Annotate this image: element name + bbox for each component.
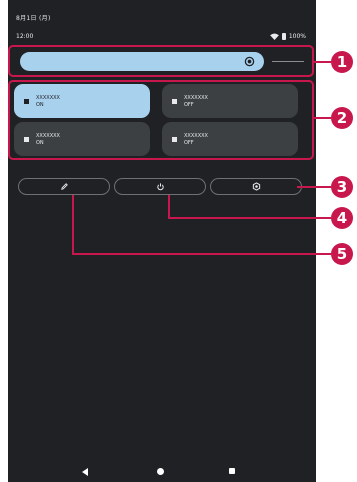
battery-percent: 100%: [288, 33, 306, 40]
callout-badge-3: 3: [331, 176, 353, 198]
power-icon: [156, 183, 164, 191]
back-icon[interactable]: [82, 468, 88, 476]
callout-line-1: [314, 61, 331, 63]
edit-button[interactable]: [18, 178, 110, 195]
pencil-icon: [60, 183, 68, 190]
callout-line-3: [297, 186, 331, 188]
callout-badge-2: 2: [331, 107, 353, 129]
settings-button[interactable]: [210, 178, 302, 195]
gear-icon: [252, 182, 260, 191]
callout-line-5: [72, 253, 331, 255]
wifi-icon: [269, 33, 279, 40]
battery-icon: [281, 33, 286, 40]
callout-line-4: [168, 195, 170, 219]
status-date: 8月1日 (月): [16, 15, 51, 22]
home-icon[interactable]: [157, 468, 164, 475]
callout-badge-1: 1: [331, 51, 353, 73]
callout-box-brightness: [8, 45, 314, 77]
callout-badge-5: 5: [331, 243, 353, 265]
navigation-bar: [8, 462, 316, 482]
callout-box-tiles: [8, 80, 314, 160]
power-button[interactable]: [114, 178, 206, 195]
status-time: 12:00: [16, 33, 34, 40]
status-indicators: 100%: [269, 33, 306, 40]
callout-line-2: [314, 117, 331, 119]
callout-line-4: [168, 217, 331, 219]
callout-line-5: [72, 195, 74, 255]
recents-icon[interactable]: [229, 468, 235, 474]
callout-badge-4: 4: [331, 207, 353, 229]
